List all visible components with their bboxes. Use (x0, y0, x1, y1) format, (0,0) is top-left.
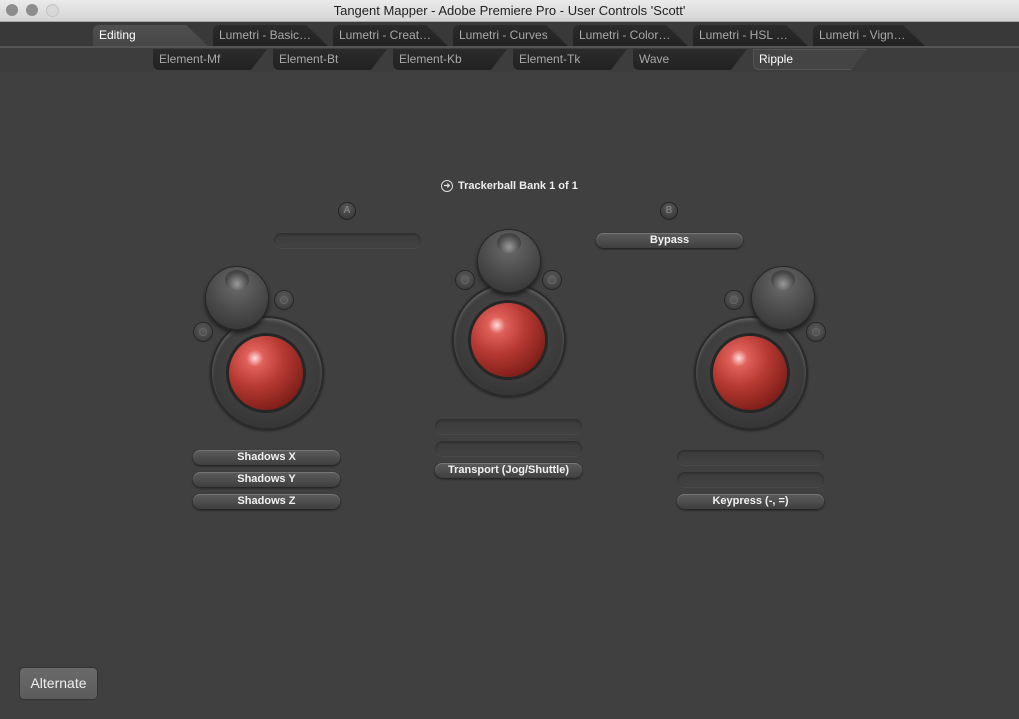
left-trackball-button-right[interactable] (274, 290, 294, 310)
right-assignment-2[interactable] (677, 472, 824, 487)
tab-lumetri-creative[interactable]: Lumetri - Creat… (333, 25, 448, 46)
center-assignment-3[interactable]: Transport (Jog/Shuttle) (435, 463, 582, 478)
arrow-right-circle-icon[interactable]: ➜ (441, 180, 453, 192)
tab-label: Lumetri - Basic… (219, 28, 312, 42)
button-a-assignment[interactable] (274, 233, 421, 248)
tab-element-tk[interactable]: Element-Tk (513, 49, 627, 70)
tab-lumetri-basic[interactable]: Lumetri - Basic… (213, 25, 328, 46)
left-trackball-dial[interactable] (205, 266, 269, 330)
center-trackball-button-left[interactable] (455, 270, 475, 290)
bank-label: Trackerball Bank 1 of 1 (458, 180, 578, 192)
dial-dimple (225, 270, 249, 290)
tab-label: Element-Bt (279, 52, 339, 66)
left-trackball[interactable] (229, 336, 303, 410)
tab-label: Lumetri - Curves (459, 28, 548, 42)
center-assignment-2[interactable] (435, 441, 582, 456)
right-trackball-button-left[interactable] (724, 290, 744, 310)
center-trackball-dial[interactable] (477, 229, 541, 293)
right-assignment-1[interactable] (677, 450, 824, 465)
tab-label: Element-Kb (399, 52, 462, 66)
tab-element-bt[interactable]: Element-Bt (273, 49, 387, 70)
tab-label: Ripple (759, 52, 794, 66)
tab-lumetri-vignette[interactable]: Lumetri - Vign… (813, 25, 925, 46)
tab-element-mf[interactable]: Element-Mf (153, 49, 267, 70)
tab-label: Element-Tk (519, 52, 581, 66)
dial-dimple (497, 233, 521, 253)
center-trackball[interactable] (471, 303, 545, 377)
right-trackball[interactable] (713, 336, 787, 410)
tab-ripple[interactable]: Ripple (753, 49, 867, 70)
tab-label: Lumetri - Creat… (339, 28, 432, 42)
button-b[interactable]: B (660, 202, 678, 220)
tab-lumetri-curves[interactable]: Lumetri - Curves (453, 25, 568, 46)
dial-dimple (771, 270, 795, 290)
trackerball-bank-selector[interactable]: ➜ Trackerball Bank 1 of 1 (441, 180, 578, 192)
window-title: Tangent Mapper - Adobe Premiere Pro - Us… (333, 3, 686, 18)
tab-label: Wave (639, 52, 670, 66)
tab-editing[interactable]: Editing (93, 25, 208, 46)
tab-lumetri-color[interactable]: Lumetri - Color… (573, 25, 688, 46)
left-assignment-3[interactable]: Shadows Z (193, 494, 340, 509)
right-assignment-3[interactable]: Keypress (-, =) (677, 494, 824, 509)
tab-label: Editing (99, 28, 136, 42)
alternate-button[interactable]: Alternate (19, 667, 98, 700)
tab-label: Lumetri - Color… (579, 28, 671, 42)
tab-wave[interactable]: Wave (633, 49, 747, 70)
button-a[interactable]: A (338, 202, 356, 220)
left-assignment-2[interactable]: Shadows Y (193, 472, 340, 487)
tab-label: Lumetri - HSL … (699, 28, 788, 42)
left-assignment-1[interactable]: Shadows X (193, 450, 340, 465)
tab-label: Lumetri - Vign… (819, 28, 906, 42)
button-b-assignment[interactable]: Bypass (596, 233, 743, 248)
tab-element-kb[interactable]: Element-Kb (393, 49, 507, 70)
right-trackball-button-right[interactable] (806, 322, 826, 342)
center-trackball-button-right[interactable] (542, 270, 562, 290)
tab-label: Element-Mf (159, 52, 221, 66)
left-trackball-button-left[interactable] (193, 322, 213, 342)
title-bar: Tangent Mapper - Adobe Premiere Pro - Us… (0, 0, 1019, 22)
center-assignment-1[interactable] (435, 419, 582, 434)
right-trackball-dial[interactable] (751, 266, 815, 330)
tab-lumetri-hsl[interactable]: Lumetri - HSL … (693, 25, 808, 46)
